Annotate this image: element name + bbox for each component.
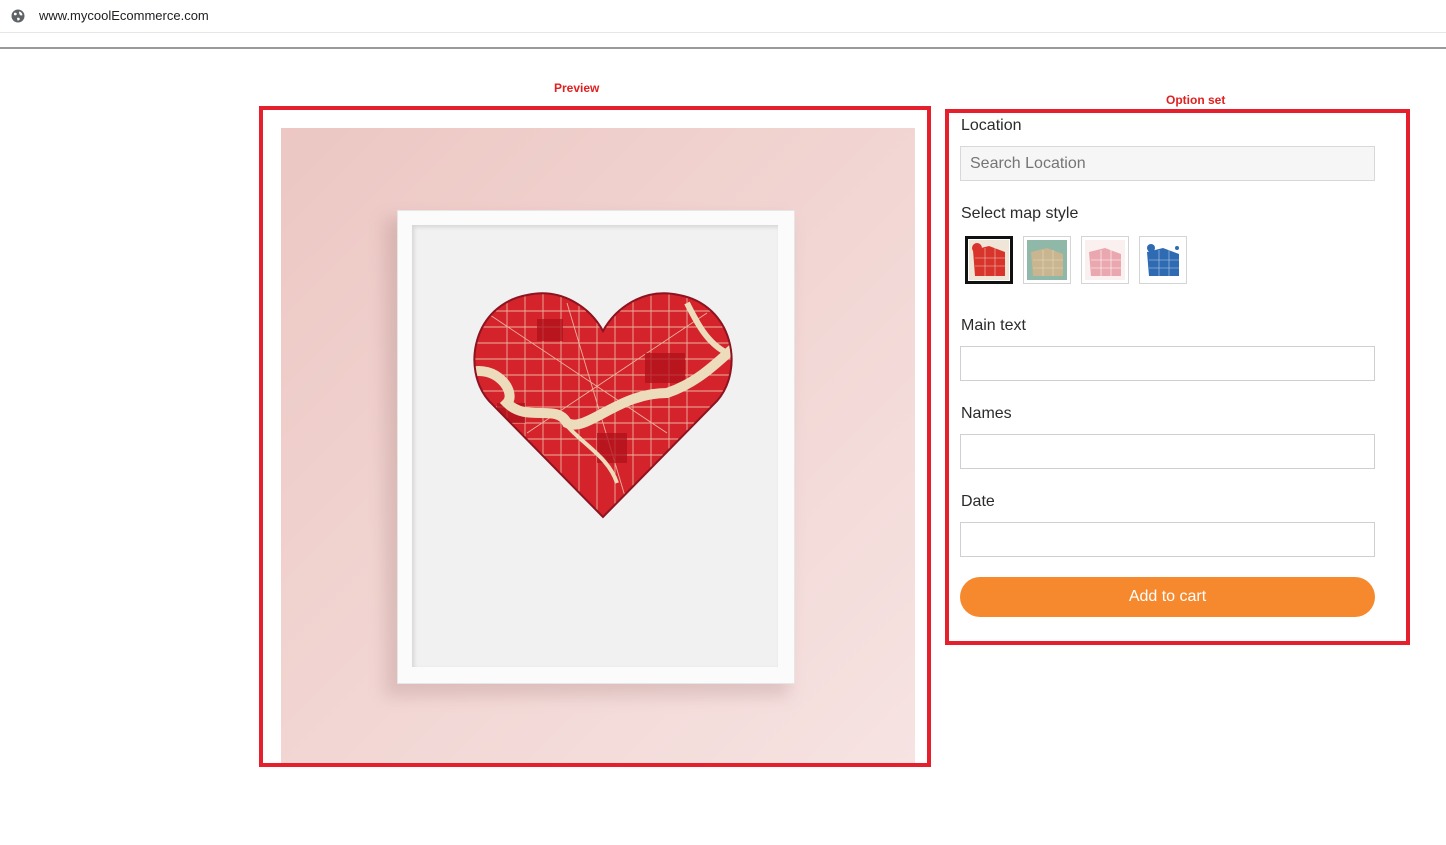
map-style-swatch-pink[interactable]	[1081, 236, 1129, 284]
main-text-input[interactable]	[960, 346, 1375, 381]
map-style-swatch-red[interactable]	[965, 236, 1013, 284]
picture-frame	[397, 210, 795, 684]
divider	[0, 47, 1446, 49]
main-text-label: Main text	[961, 317, 1026, 334]
date-input[interactable]	[960, 522, 1375, 557]
names-label: Names	[961, 405, 1012, 422]
location-label: Location	[961, 117, 1022, 134]
option-set-annotation-label: Option set	[1166, 93, 1226, 107]
map-style-swatch-teal[interactable]	[1023, 236, 1071, 284]
map-style-swatch-blue[interactable]	[1139, 236, 1187, 284]
url-text[interactable]: www.mycoolEcommerce.com	[39, 8, 209, 23]
preview-annotation-label: Preview	[554, 81, 600, 95]
globe-icon	[11, 9, 25, 23]
browser-address-bar[interactable]: www.mycoolEcommerce.com	[0, 0, 1446, 33]
heart-map-artwork	[473, 292, 733, 519]
map-style-blue-thumbnail	[1143, 240, 1183, 280]
map-style-label: Select map style	[961, 205, 1079, 222]
add-to-cart-button[interactable]: Add to cart	[960, 577, 1375, 617]
map-style-pink-thumbnail	[1085, 240, 1125, 280]
map-style-teal-thumbnail	[1027, 240, 1067, 280]
date-label: Date	[961, 493, 995, 510]
product-preview-image	[281, 128, 915, 763]
search-location-input[interactable]	[960, 146, 1375, 181]
names-input[interactable]	[960, 434, 1375, 469]
map-style-red-thumbnail	[969, 240, 1009, 280]
poster	[412, 225, 778, 667]
